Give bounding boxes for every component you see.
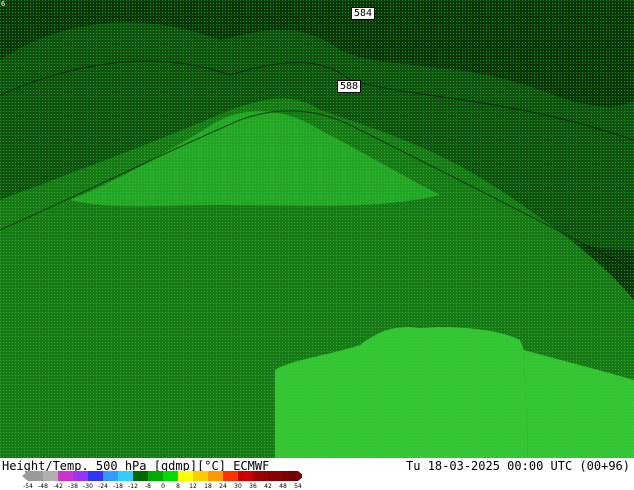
- legend-swatch: [133, 471, 148, 481]
- legend-swatch: [223, 471, 238, 481]
- legend-swatch: [178, 471, 193, 481]
- legend-tick-label: 12: [189, 483, 197, 490]
- legend-swatch: [118, 471, 133, 481]
- legend-tick-label: -24: [98, 483, 108, 490]
- legend-swatch: [88, 471, 103, 481]
- legend-tick-label: -38: [68, 483, 78, 490]
- legend-swatch: [208, 471, 223, 481]
- legend-tick-label: -8: [145, 483, 151, 490]
- contour-label-584: 584: [351, 7, 376, 20]
- legend-tick-label: -30: [83, 483, 93, 490]
- hatch-overlay: [0, 0, 634, 458]
- legend-tick-label: 54: [294, 483, 302, 490]
- legend-tick-label: 0: [161, 483, 165, 490]
- legend-swatch: [268, 471, 283, 481]
- legend-tick-label: -48: [38, 483, 48, 490]
- map-datetime: Tu 18-03-2025 00:00 UTC (00+96): [406, 459, 630, 473]
- legend-swatch: [73, 471, 88, 481]
- weather-map: 584 588 6: [0, 0, 634, 458]
- color-legend-bar: [22, 471, 302, 481]
- legend-tick-label: 48: [279, 483, 287, 490]
- legend-tick-label: 8: [176, 483, 180, 490]
- legend-tick-label: 36: [249, 483, 257, 490]
- legend-swatch: [58, 471, 73, 481]
- legend-tick-label: -12: [128, 483, 138, 490]
- legend-arrow-left: [22, 471, 28, 481]
- legend-swatch: [43, 471, 58, 481]
- legend-swatch: [253, 471, 268, 481]
- legend-swatch: [103, 471, 118, 481]
- contour-label-588: 588: [337, 80, 362, 93]
- map-field: [0, 0, 634, 458]
- legend-swatch: [283, 471, 298, 481]
- legend-tick-label: 24: [219, 483, 227, 490]
- legend-arrow-right: [298, 471, 302, 481]
- legend-swatch: [163, 471, 178, 481]
- legend-tick-label: -54: [23, 483, 33, 490]
- legend-tick-label: -42: [53, 483, 63, 490]
- legend-swatch: [28, 471, 43, 481]
- color-legend-ticks: -54 -48 -42 -38 -30 -24 -18 -12 -8 0 8 12 18 24 30 36 42…: [22, 483, 302, 490]
- legend-tick-label: 30: [234, 483, 242, 490]
- corner-label: 6: [1, 0, 6, 8]
- legend-tick-label: -18: [113, 483, 123, 490]
- legend-tick-label: 18: [204, 483, 212, 490]
- legend-swatch: [193, 471, 208, 481]
- legend-swatch: [238, 471, 253, 481]
- legend-swatch: [148, 471, 163, 481]
- legend-tick-label: 42: [264, 483, 272, 490]
